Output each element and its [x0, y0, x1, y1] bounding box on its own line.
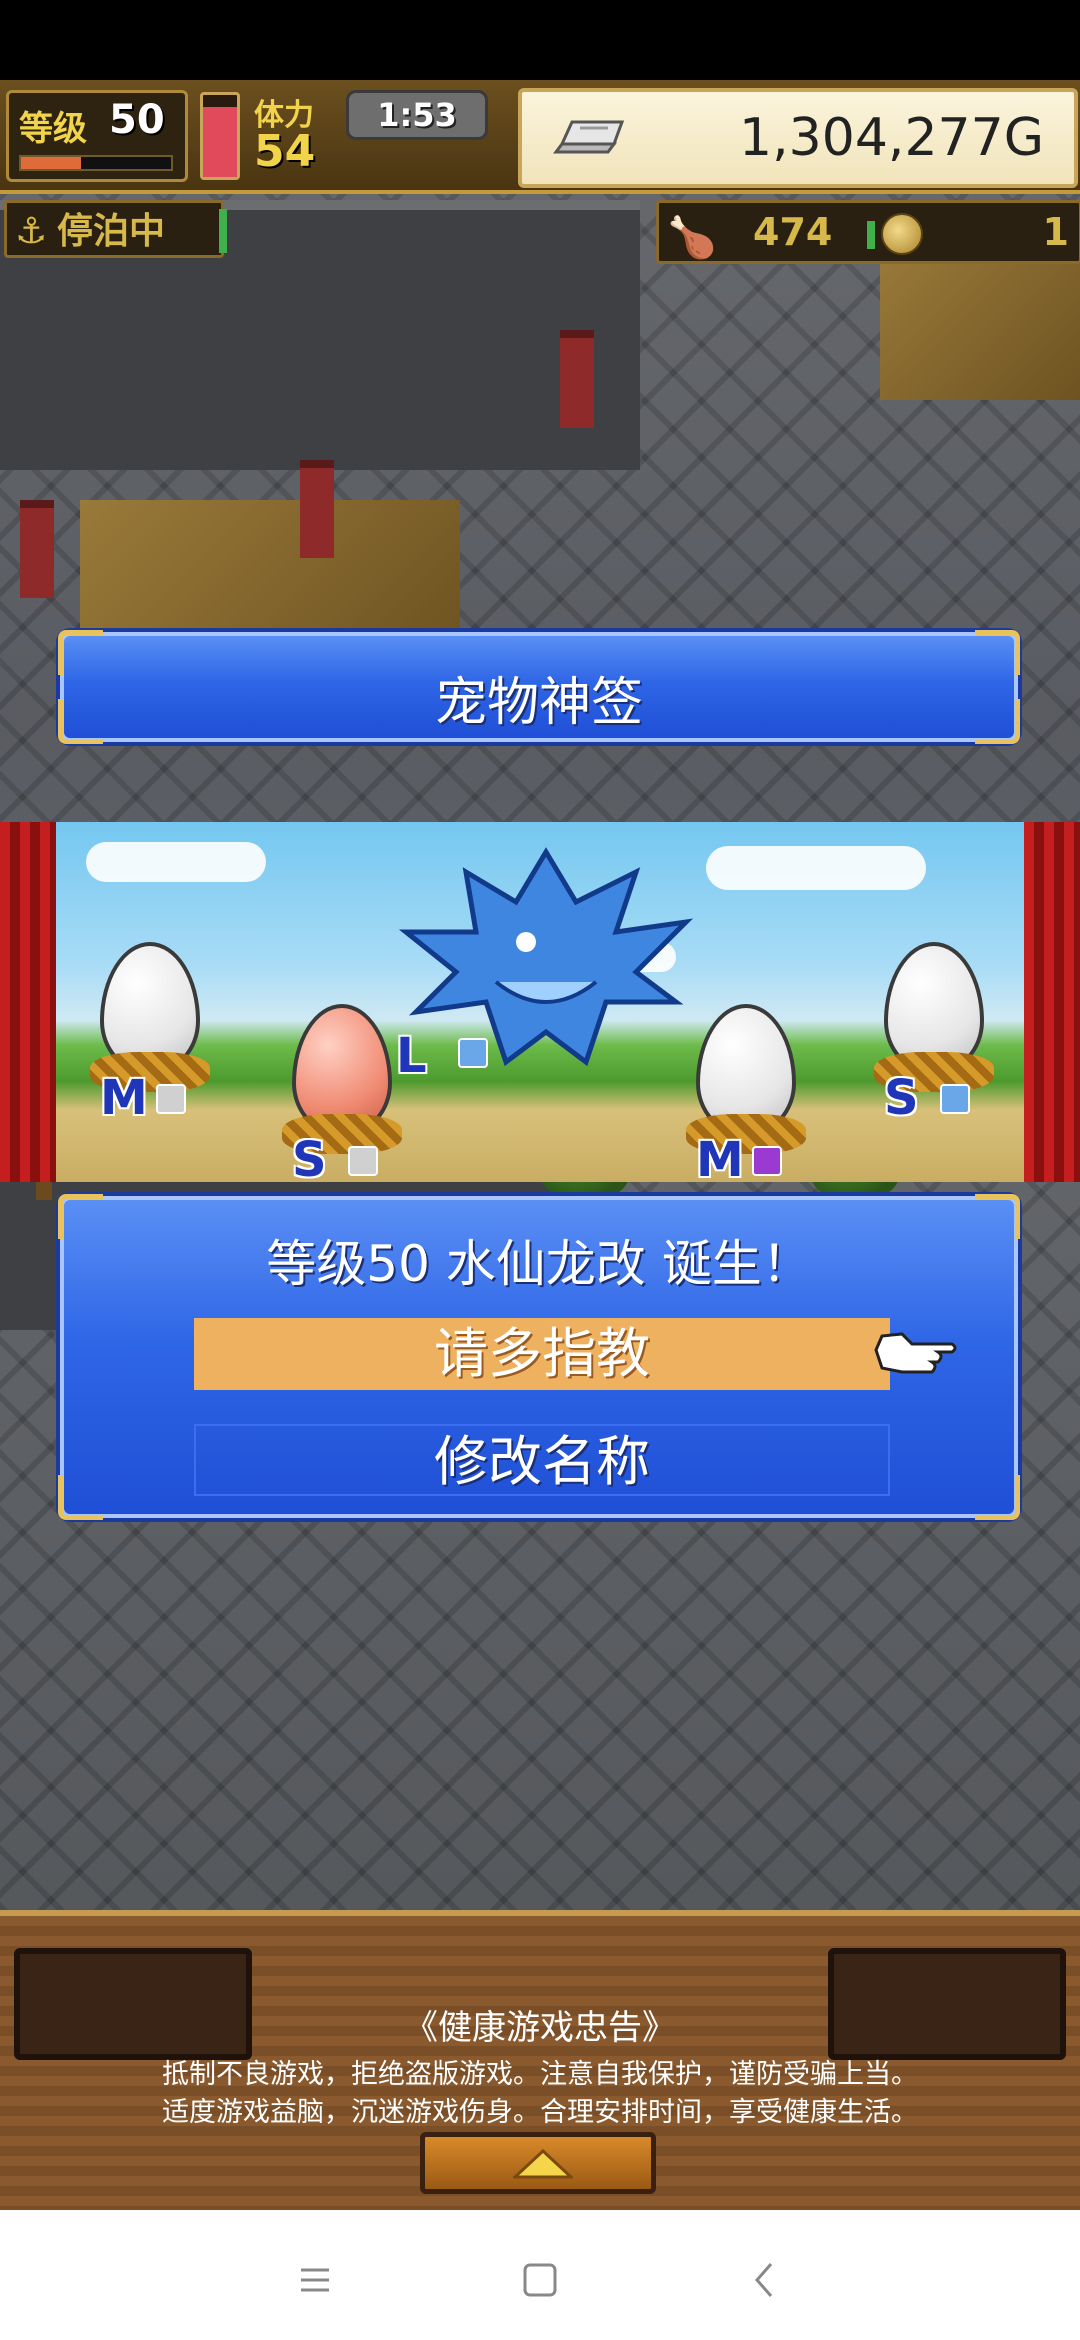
egg-item[interactable]: S: [874, 942, 994, 1142]
menu-icon[interactable]: [285, 2250, 345, 2310]
red-curtain-right: [1024, 822, 1080, 1182]
rename-button[interactable]: 修改名称: [194, 1424, 890, 1496]
egg-item[interactable]: S: [282, 1004, 402, 1182]
gold-corner: [58, 1475, 103, 1520]
system-status-bar: [0, 0, 1080, 80]
player-level-box[interactable]: 等级 50: [6, 90, 188, 182]
home-icon[interactable]: [510, 2250, 570, 2310]
docked-status[interactable]: ⚓ 停泊中: [4, 200, 227, 258]
stamina-gauge: [200, 92, 240, 180]
resource-counters[interactable]: 🍗 474 1: [656, 200, 1080, 264]
egg-size-label: L: [396, 1028, 427, 1084]
gold-corner: [975, 1475, 1020, 1520]
back-icon[interactable]: [735, 2250, 795, 2310]
house-roof: [80, 500, 460, 650]
element-icon: [940, 1084, 970, 1114]
egg-size-label: M: [696, 1132, 744, 1182]
money-value: 1,304,277G: [739, 108, 1044, 168]
egg-item[interactable]: M: [90, 942, 210, 1142]
health-advisory-title: 《健康游戏忠告》: [404, 2008, 676, 2048]
red-curtain-left: [0, 822, 56, 1182]
money-display[interactable]: 1,304,277G: [518, 88, 1078, 188]
pet-egg-showcase: M S L M S: [0, 822, 1080, 1182]
birth-message: 等级50 水仙龙改 诞生！: [266, 1235, 812, 1293]
pet-born-dialog: 等级50 水仙龙改 诞生！ 请多指教 修改名称: [58, 1194, 1020, 1520]
resource-row: ⚓ 停泊中 🍗 474 1: [0, 194, 1080, 264]
up-arrow-icon: [513, 2149, 573, 2179]
docked-label: 停泊中: [57, 211, 166, 252]
medal-coin-icon: [881, 213, 923, 255]
please-guide-button[interactable]: 请多指教: [194, 1318, 890, 1390]
pointing-hand-icon: [874, 1332, 957, 1374]
health-advisory-line: 抵制不良游戏，拒绝盗版游戏。注意自我保护，谨防受骗上当。: [162, 2059, 918, 2090]
stamina-value: 54: [254, 126, 316, 177]
docked-indicator: [219, 209, 227, 253]
castle-banner: [300, 460, 334, 558]
silver-ingot-icon: [553, 120, 625, 154]
cloud: [86, 842, 266, 882]
level-value: 50: [109, 97, 165, 143]
food-value: 474: [753, 210, 833, 254]
panel-title: 宠物神签: [434, 673, 643, 733]
element-icon: [156, 1084, 186, 1114]
top-hud: 等级 50 体力 54 1:53 1,304,277G: [0, 80, 1080, 194]
coin-value: 1: [1042, 210, 1069, 254]
water-element-icon: [458, 1038, 488, 1068]
level-label: 等级: [19, 109, 87, 149]
egg-size-label: M: [100, 1070, 148, 1126]
element-icon: [348, 1146, 378, 1176]
showcase-scene: M S L M S: [56, 822, 1024, 1182]
house-roof: [880, 250, 1080, 400]
castle-banner: [560, 330, 594, 428]
egg-size-label: S: [884, 1070, 919, 1126]
egg-item[interactable]: M: [686, 1004, 806, 1182]
element-icon: [752, 1146, 782, 1176]
system-navigation-bar: [0, 2210, 1080, 2340]
pet-lottery-title-panel: 宠物神签: [58, 630, 1020, 744]
castle-banner: [20, 500, 54, 598]
food-indicator: [867, 221, 875, 249]
blue-dragon-icon: [398, 847, 694, 1067]
stamina-timer: 1:53: [346, 90, 488, 140]
bottom-menu-bar: 《健康游戏忠告》 抵制不良游戏，拒绝盗版游戏。注意自我保护，谨防受骗上当。 适度…: [0, 1910, 1080, 2210]
meat-icon: 🍗: [667, 215, 717, 261]
anchor-icon: ⚓: [15, 211, 48, 252]
egg-size-label: S: [292, 1132, 327, 1182]
experience-bar: [19, 155, 173, 171]
expand-menu-button[interactable]: [420, 2132, 656, 2194]
health-advisory-line: 适度游戏益脑，沉迷游戏伤身。合理安排时间，享受健康生活。: [162, 2097, 918, 2128]
